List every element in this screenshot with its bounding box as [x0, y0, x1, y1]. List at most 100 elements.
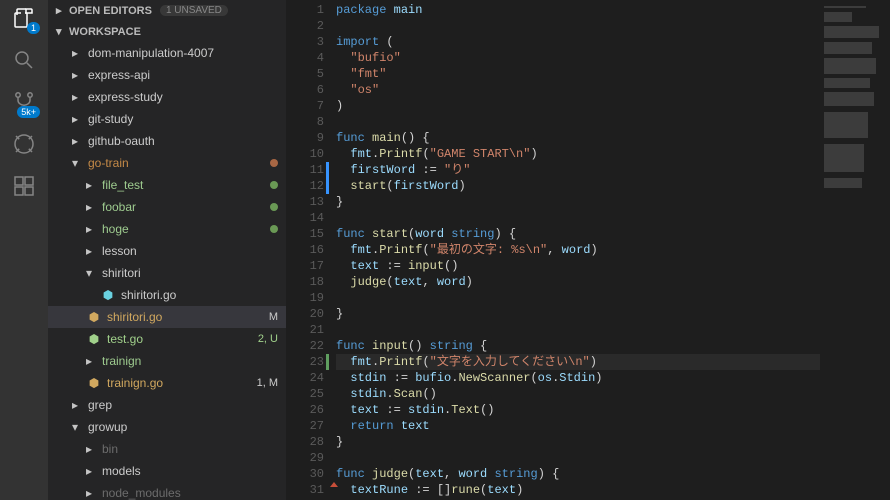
tree-item-label: growup: [88, 420, 278, 434]
code-line: [336, 114, 820, 130]
tree-item-label: lesson: [102, 244, 278, 258]
code-line: [336, 18, 820, 34]
tree-item-label: foobar: [102, 200, 270, 214]
folder-row[interactable]: ▾go-train: [48, 152, 286, 174]
folder-row[interactable]: ▸ trainign: [48, 350, 286, 372]
tree-item-label: hoge: [102, 222, 270, 236]
folder-row[interactable]: ▾ growup: [48, 416, 286, 438]
tree-item-label: bin: [102, 442, 278, 456]
go-file-icon: ⬢: [100, 288, 116, 302]
code-line: stdin.Scan(): [336, 386, 820, 402]
minimap-block: [824, 112, 868, 138]
code-line: }: [336, 194, 820, 210]
code-line: stdin := bufio.NewScanner(os.Stdin): [336, 370, 820, 386]
folder-row[interactable]: ▸ express-api: [48, 64, 286, 86]
workspace-header[interactable]: ▾ WORKSPACE: [48, 21, 286, 42]
chevron-down-icon: ▾: [56, 25, 65, 38]
folder-row[interactable]: ▸ git-study: [48, 108, 286, 130]
folder-row[interactable]: ▸github-oauth: [48, 130, 286, 152]
tree-item-label: trainign: [102, 354, 278, 368]
minimap-block: [824, 6, 866, 8]
folder-row[interactable]: ▸foobar: [48, 196, 286, 218]
gutter-change-marker: [330, 482, 338, 487]
minimap-block: [824, 78, 870, 88]
folder-row[interactable]: ▸express-study: [48, 86, 286, 108]
chevron-right-icon: ▸: [86, 178, 96, 192]
minimap-block: [824, 26, 879, 38]
workspace-label: WORKSPACE: [69, 26, 141, 38]
code-line: fmt.Printf("GAME START\n"): [336, 146, 820, 162]
chevron-right-icon: ▸: [86, 354, 96, 368]
source-control-icon[interactable]: 5k+: [12, 90, 36, 114]
editor-area: 1234567891011121314151617181920212223242…: [286, 0, 890, 500]
code-line: [336, 210, 820, 226]
go-file-icon: ⬢: [86, 332, 102, 346]
explorer-icon[interactable]: 1: [12, 6, 36, 30]
folder-row[interactable]: ▸dom-manipulation-4007: [48, 42, 286, 64]
folder-row[interactable]: ▸lesson: [48, 240, 286, 262]
gutter-change-marker: [326, 162, 329, 194]
minimap-block: [824, 42, 872, 54]
tree-item-label: express-api: [88, 68, 278, 82]
chevron-right-icon: ▸: [86, 486, 96, 500]
chevron-right-icon: ▸: [72, 68, 82, 82]
folder-row[interactable]: ▸grep: [48, 394, 286, 416]
folder-row[interactable]: ▸ bin: [48, 438, 286, 460]
chevron-right-icon: ▸: [86, 442, 96, 456]
unsaved-badge: 1 UNSAVED: [160, 5, 228, 16]
code-line: fmt.Printf("文字を入力してください\n"): [336, 354, 820, 370]
chevron-down-icon: ▾: [72, 420, 82, 434]
code-line: func main() {: [336, 130, 820, 146]
code-line: func start(word string) {: [336, 226, 820, 242]
file-row[interactable]: ⬢shiritori.go: [48, 284, 286, 306]
minimap-block: [824, 92, 874, 106]
tree-item-label: shiritori.go: [107, 310, 269, 324]
tree-item-label: git-study: [88, 112, 278, 126]
chevron-right-icon: ▸: [72, 112, 82, 126]
code-content[interactable]: package mainimport ( "bufio" "fmt" "os")…: [336, 0, 820, 500]
folder-row[interactable]: ▸hoge: [48, 218, 286, 240]
tree-item-label: grep: [88, 398, 278, 412]
folder-row[interactable]: ▾ shiritori: [48, 262, 286, 284]
git-status-dot: [270, 225, 278, 233]
code-line: start(firstWord): [336, 178, 820, 194]
minimap-block: [824, 144, 864, 172]
tree-item-label: models: [102, 464, 278, 478]
go-file-icon: ⬢: [86, 376, 102, 390]
git-status-text: 2, U: [258, 333, 278, 345]
file-row[interactable]: ⬢test.go2, U: [48, 328, 286, 350]
code-line: text := input(): [336, 258, 820, 274]
chevron-right-icon: ▸: [72, 134, 82, 148]
line-number-gutter: 1234567891011121314151617181920212223242…: [286, 0, 336, 500]
code-line: "bufio": [336, 50, 820, 66]
code-line: package main: [336, 2, 820, 18]
go-file-icon: ⬢: [86, 310, 102, 324]
chevron-right-icon: ▸: [86, 464, 96, 478]
tree-item-label: shiritori: [102, 266, 278, 280]
minimap-block: [824, 178, 862, 188]
file-row[interactable]: ⬢trainign.go1, M: [48, 372, 286, 394]
search-icon[interactable]: [12, 48, 36, 72]
code-line: func input() string {: [336, 338, 820, 354]
extensions-icon[interactable]: [12, 174, 36, 198]
debug-icon[interactable]: [12, 132, 36, 156]
open-editors-header[interactable]: ▸ OPEN EDITORS 1 UNSAVED: [48, 0, 286, 21]
minimap-block: [824, 58, 876, 74]
minimap-block: [824, 12, 852, 22]
minimap[interactable]: [820, 0, 890, 500]
code-line: "os": [336, 82, 820, 98]
git-status-dot: [270, 181, 278, 189]
chevron-right-icon: ▸: [72, 90, 82, 104]
tree-item-label: trainign.go: [107, 376, 257, 390]
folder-row[interactable]: ▸ models: [48, 460, 286, 482]
folder-row[interactable]: ▸node_modules: [48, 482, 286, 500]
explorer-sidebar: ▸ OPEN EDITORS 1 UNSAVED ▾ WORKSPACE ▸do…: [48, 0, 286, 500]
code-line: }: [336, 306, 820, 322]
open-editors-label: OPEN EDITORS: [69, 5, 152, 17]
chevron-right-icon: ▸: [56, 4, 65, 17]
file-row[interactable]: ⬢ shiritori.goM: [48, 306, 286, 328]
chevron-down-icon: ▾: [86, 266, 96, 280]
tree-item-label: go-train: [88, 156, 270, 170]
git-status-text: M: [269, 311, 278, 323]
folder-row[interactable]: ▸file_test: [48, 174, 286, 196]
